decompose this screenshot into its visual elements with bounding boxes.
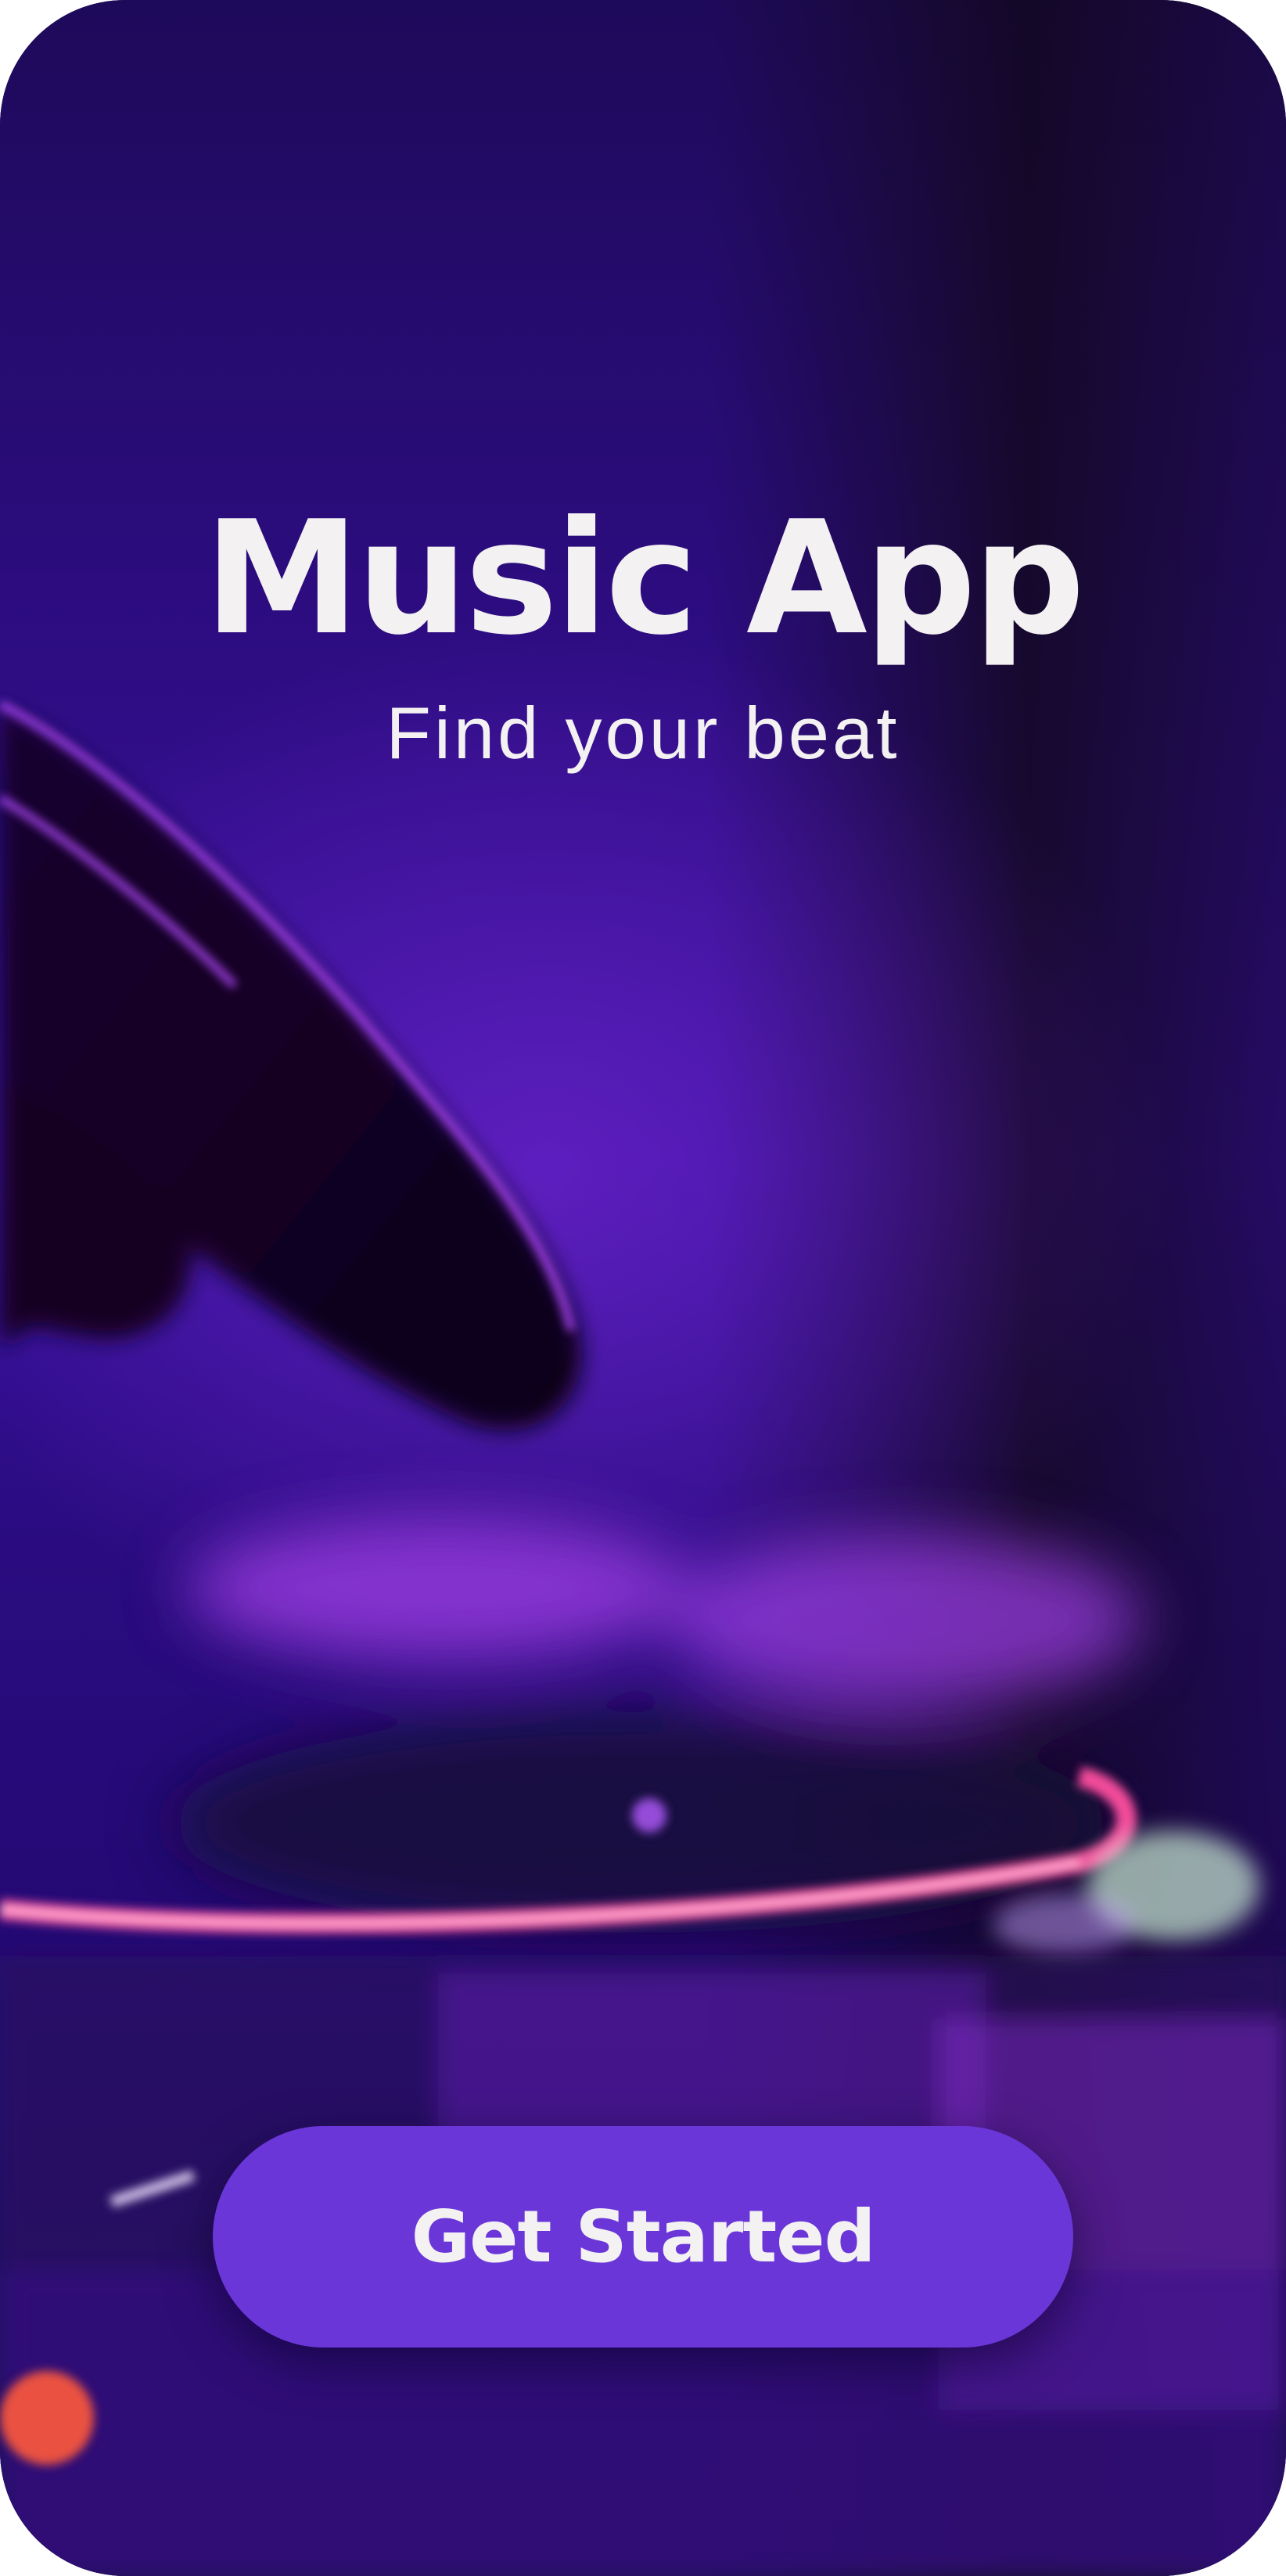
get-started-button[interactable]: Get Started	[213, 2126, 1073, 2348]
welcome-content: Music App Find your beat Get Started	[0, 0, 1286, 2576]
get-started-label: Get Started	[411, 2195, 876, 2279]
welcome-screen: Music App Find your beat Get Started	[0, 0, 1286, 2576]
app-tagline: Find your beat	[386, 692, 900, 774]
app-title: Music App	[203, 487, 1085, 670]
